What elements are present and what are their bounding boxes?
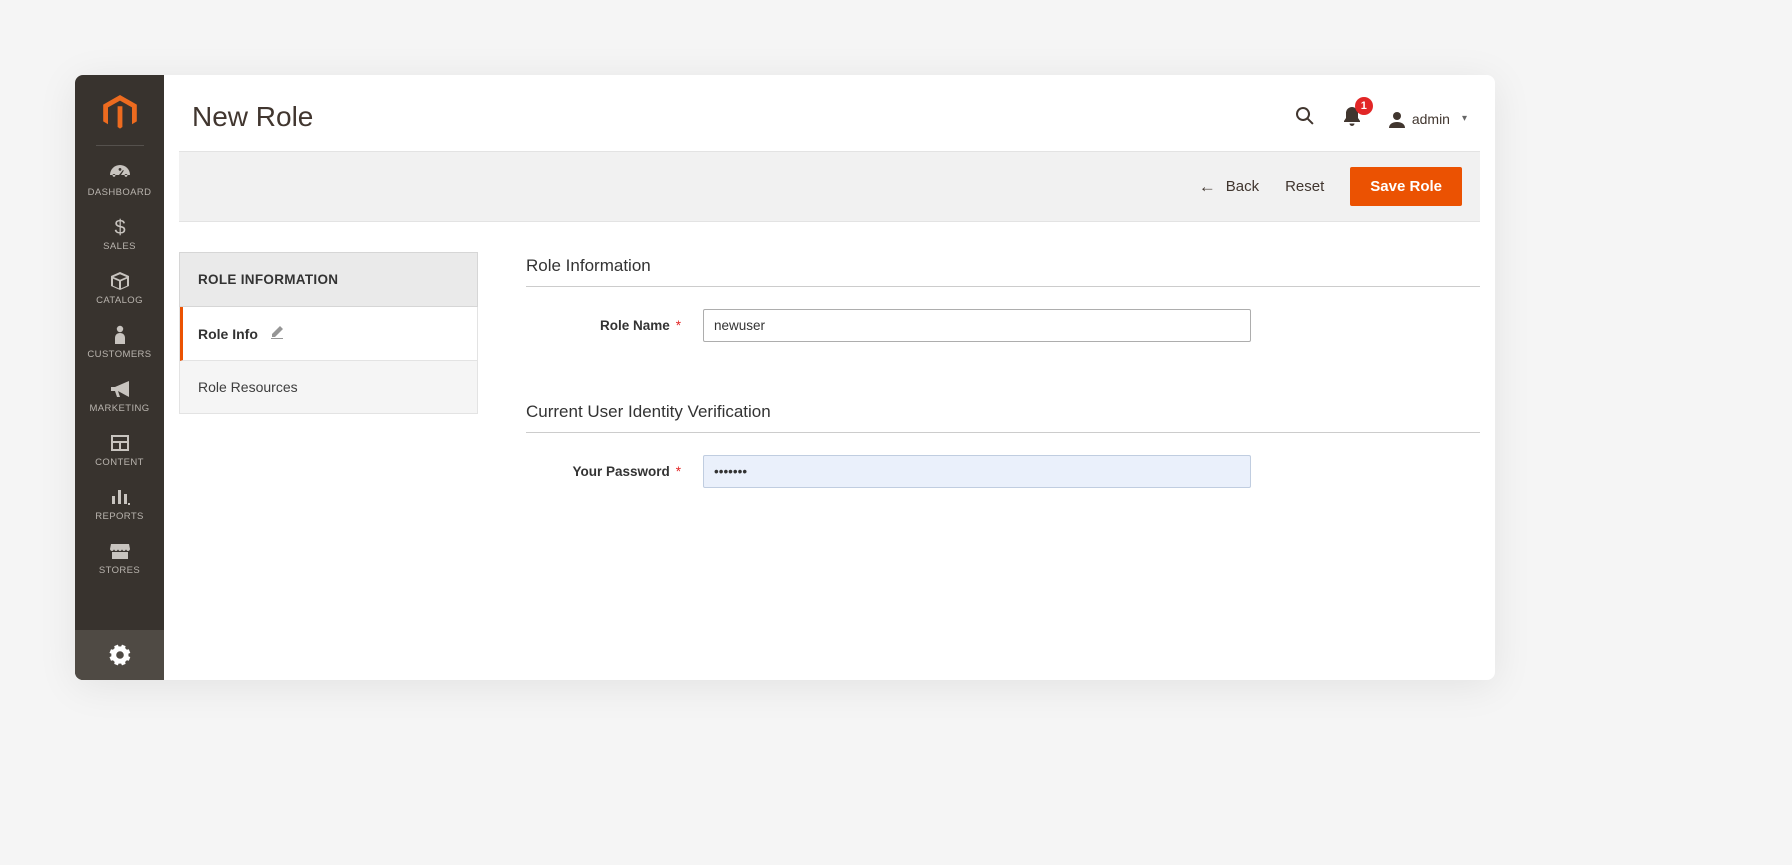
nav-stores[interactable]: Stores [75,532,164,586]
nav-customers[interactable]: Customers [75,316,164,370]
password-label: Your Password [572,464,669,479]
nav-dashboard[interactable]: Dashboard [75,154,164,208]
nav-label: Customers [87,349,151,360]
nav-system[interactable] [75,630,164,680]
nav-label: Sales [103,241,136,252]
nav-label: Stores [99,565,140,576]
search-icon[interactable] [1294,105,1316,132]
user-name: admin [1412,111,1450,127]
pencil-icon [270,325,284,342]
tab-role-info[interactable]: Role Info [180,307,477,361]
layout-icon [106,432,134,454]
back-button[interactable]: ← Back [1199,177,1259,197]
page-title: New Role [192,101,313,133]
box-icon [106,270,134,292]
section-title: Role Information [526,256,1480,287]
section-role-info: Role Information Role Name * [526,256,1480,342]
save-role-button[interactable]: Save Role [1350,167,1462,206]
nav-label: Content [95,457,144,468]
role-name-label: Role Name [600,318,670,333]
required-mark: * [676,318,681,333]
section-identity-verification: Current User Identity Verification Your … [526,402,1480,488]
tab-role-resources[interactable]: Role Resources [180,361,477,413]
notifications-icon[interactable]: 1 [1342,105,1362,132]
nav-label: Catalog [96,295,143,306]
field-role-name: Role Name * [526,309,1480,342]
arrow-left-icon: ← [1199,177,1216,197]
main-content: New Role 1 admin ▾ [164,75,1495,680]
reset-button[interactable]: Reset [1285,178,1324,195]
app-window: Dashboard $ Sales Catalog Customers Mark… [75,75,1495,680]
user-menu[interactable]: admin ▾ [1388,110,1467,128]
nav-label: Reports [95,511,144,522]
role-tabs-panel: Role Information Role Info Role Resource… [179,252,478,488]
nav-catalog[interactable]: Catalog [75,262,164,316]
magento-logo[interactable] [100,93,140,133]
bars-icon [106,486,134,508]
nav-reports[interactable]: Reports [75,478,164,532]
nav-sales[interactable]: $ Sales [75,208,164,262]
section-title: Current User Identity Verification [526,402,1480,433]
admin-sidebar: Dashboard $ Sales Catalog Customers Mark… [75,75,164,680]
nav-marketing[interactable]: Marketing [75,370,164,424]
megaphone-icon [106,378,134,400]
page-header: New Role 1 admin ▾ [164,75,1495,151]
form-column: Role Information Role Name * Current User… [526,252,1480,488]
svg-text:$: $ [114,217,125,238]
nav-label: Marketing [89,403,149,414]
person-icon [106,324,134,346]
action-bar: ← Back Reset Save Role [179,151,1480,222]
password-input[interactable] [703,455,1251,488]
role-name-input[interactable] [703,309,1251,342]
storefront-icon [106,540,134,562]
chevron-down-icon: ▾ [1462,113,1467,124]
nav-label: Dashboard [88,187,152,198]
gauge-icon [106,162,134,184]
gear-icon [106,644,134,666]
tabs-header: Role Information [179,252,478,307]
nav-content[interactable]: Content [75,424,164,478]
field-password: Your Password * [526,455,1480,488]
notification-badge: 1 [1355,97,1373,115]
required-mark: * [676,464,681,479]
dollar-icon: $ [106,216,134,238]
